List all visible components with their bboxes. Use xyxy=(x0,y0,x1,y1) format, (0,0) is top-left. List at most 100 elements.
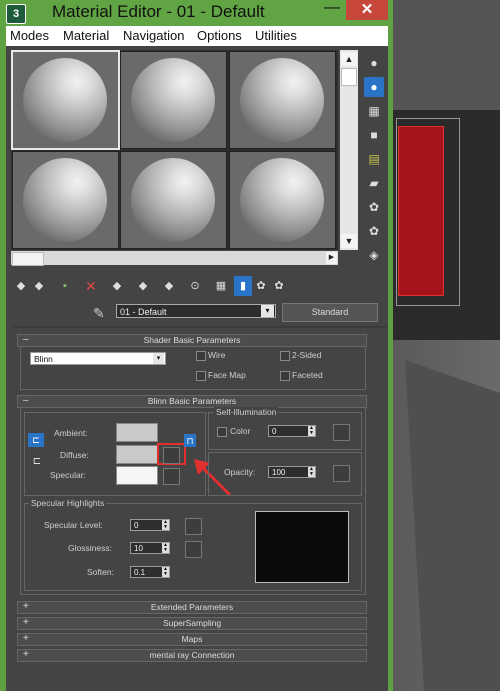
rollout-expand-icon: + xyxy=(23,633,29,644)
self-illum-color-checkbox[interactable] xyxy=(217,427,227,437)
sample-slot[interactable] xyxy=(229,51,336,149)
ambient-color-swatch[interactable] xyxy=(116,423,158,442)
rollout-maps[interactable]: + Maps xyxy=(17,633,367,646)
self-illum-map-button[interactable] xyxy=(333,424,350,441)
specular-level-value: 0 xyxy=(134,521,139,530)
scroll-down-icon[interactable]: ▼ xyxy=(341,234,357,248)
backlight-icon[interactable]: ● xyxy=(364,77,384,97)
rollout-title: Blinn Basic Parameters xyxy=(147,396,237,406)
material-sphere xyxy=(131,158,215,242)
material-toolbar: ◆ ◆ ▪ ✕ ◆ ◆ ◆ ⊙ ▦ ▮ ✿ ✿ xyxy=(8,276,386,298)
diffuse-color-swatch[interactable] xyxy=(116,445,158,464)
specular-level-map-button[interactable] xyxy=(185,518,202,535)
close-button[interactable]: ✕ xyxy=(346,0,388,20)
go-forward-to-sibling-icon[interactable]: ✿ xyxy=(270,276,288,296)
get-material-icon[interactable]: ◆ xyxy=(12,276,30,296)
reset-map-icon[interactable]: ✕ xyxy=(82,276,100,296)
make-copy-icon[interactable]: ◆ xyxy=(108,276,126,296)
spinner-arrows-icon[interactable]: ▲ ▼ xyxy=(162,567,169,577)
background-icon[interactable]: ▦ xyxy=(364,101,384,121)
menu-navigation[interactable]: Navigation xyxy=(123,28,184,43)
opacity-spinner[interactable]: 100 ▲ ▼ xyxy=(268,466,316,478)
self-illumination-title: Self-Illumination xyxy=(214,407,279,417)
material-sphere xyxy=(240,158,324,242)
spinner-arrows-icon[interactable]: ▲ ▼ xyxy=(162,543,169,553)
shader-dropdown[interactable]: Blinn ▾ xyxy=(30,352,166,365)
put-to-library-icon[interactable]: ◆ xyxy=(160,276,178,296)
specular-label: Specular: xyxy=(50,470,86,480)
menu-options[interactable]: Options xyxy=(197,28,242,43)
sample-slot[interactable] xyxy=(120,51,227,149)
assign-material-icon[interactable]: ▪ xyxy=(56,276,74,296)
material-name-field[interactable]: 01 - Default ▾ xyxy=(116,304,276,318)
show-end-result-icon[interactable]: ▮ xyxy=(234,276,252,296)
put-to-scene-icon[interactable]: ◆ xyxy=(30,276,48,296)
material-map-navigator-icon[interactable]: ◈ xyxy=(364,245,384,265)
wire-checkbox[interactable] xyxy=(196,351,206,361)
rollout-supersampling[interactable]: + SuperSampling xyxy=(17,617,367,630)
glossiness-label: Glossiness: xyxy=(68,543,112,553)
options-icon[interactable]: ✿ xyxy=(364,197,384,217)
scroll-thumb[interactable] xyxy=(341,68,357,86)
title-bar[interactable]: 3 Material Editor - 01 - Default — ✕ xyxy=(0,0,393,26)
chevron-down-icon[interactable]: ▾ xyxy=(153,353,164,364)
rollout-extended-parameters[interactable]: + Extended Parameters xyxy=(17,601,367,614)
sample-slot[interactable] xyxy=(229,151,336,249)
video-color-check-icon[interactable]: ▤ xyxy=(364,149,384,169)
lock-map-icon[interactable]: ⊓ xyxy=(184,434,196,447)
soften-spinner[interactable]: 0.1 ▲ ▼ xyxy=(130,566,170,578)
slots-horizontal-scrollbar[interactable] xyxy=(11,251,338,265)
material-type-button[interactable]: Standard xyxy=(282,303,378,322)
rollout-mental-ray-connection[interactable]: + mental ray Connection xyxy=(17,649,367,662)
face-map-checkbox[interactable] xyxy=(196,371,206,381)
sample-slot[interactable] xyxy=(12,151,119,249)
menu-modes[interactable]: Modes xyxy=(10,28,49,43)
chevron-down-icon[interactable]: ▾ xyxy=(261,305,274,317)
specular-level-spinner[interactable]: 0 ▲ ▼ xyxy=(130,519,170,531)
specular-color-swatch[interactable] xyxy=(116,466,158,485)
rollout-title: Maps xyxy=(181,634,203,644)
wire-label: Wire xyxy=(208,350,226,360)
glossiness-map-button[interactable] xyxy=(185,541,202,558)
rollout-title: mental ray Connection xyxy=(149,650,235,660)
material-id-channel-icon[interactable]: ⊙ xyxy=(186,276,204,296)
spinner-arrows-icon[interactable]: ▲ ▼ xyxy=(308,426,315,436)
menu-utilities[interactable]: Utilities xyxy=(255,28,297,43)
go-to-parent-icon[interactable]: ✿ xyxy=(252,276,270,296)
minimize-button[interactable]: — xyxy=(318,0,346,22)
make-unique-icon[interactable]: ◆ xyxy=(134,276,152,296)
specular-map-button[interactable] xyxy=(163,468,180,485)
sample-type-icon[interactable]: ● xyxy=(364,53,384,73)
rollout-title: Shader Basic Parameters xyxy=(143,335,241,345)
self-illum-spinner[interactable]: 0 ▲ ▼ xyxy=(268,425,316,437)
ambient-label: Ambient: xyxy=(54,428,88,438)
faceted-checkbox[interactable] xyxy=(280,371,290,381)
pick-material-eyedropper-icon[interactable]: ✎ xyxy=(93,305,105,322)
divider xyxy=(14,326,386,328)
material-sphere xyxy=(23,158,107,242)
show-map-in-viewport-icon[interactable]: ▦ xyxy=(212,276,230,296)
select-by-material-icon[interactable]: ✿ xyxy=(364,221,384,241)
diffuse-map-button[interactable] xyxy=(163,447,180,464)
material-sphere xyxy=(240,58,324,142)
glossiness-spinner[interactable]: 10 ▲ ▼ xyxy=(130,542,170,554)
material-name-value: 01 - Default xyxy=(120,307,167,317)
make-preview-icon[interactable]: ▰ xyxy=(364,173,384,193)
horizontal-scroll-thumb[interactable] xyxy=(12,252,44,266)
self-illum-value: 0 xyxy=(272,427,277,436)
spinner-arrows-icon[interactable]: ▲ ▼ xyxy=(308,467,315,477)
menu-material[interactable]: Material xyxy=(63,28,109,43)
sample-uv-tiling-icon[interactable]: ■ xyxy=(364,125,384,145)
sample-slot[interactable] xyxy=(120,151,227,249)
rollout-title: SuperSampling xyxy=(162,618,222,628)
opacity-map-button[interactable] xyxy=(333,465,350,482)
scroll-right-icon[interactable]: ▶ xyxy=(326,252,337,264)
slots-vertical-scrollbar[interactable]: ▲ ▼ xyxy=(340,50,358,250)
face-map-label: Face Map xyxy=(208,370,246,380)
sample-slot[interactable] xyxy=(11,50,120,150)
two-sided-checkbox[interactable] xyxy=(280,351,290,361)
spinner-arrows-icon[interactable]: ▲ ▼ xyxy=(162,520,169,530)
lock-diffuse-specular-icon[interactable]: ⊏ xyxy=(31,456,43,470)
lock-ambient-diffuse-icon[interactable]: ⊏ xyxy=(28,433,44,447)
scroll-up-icon[interactable]: ▲ xyxy=(341,52,357,66)
